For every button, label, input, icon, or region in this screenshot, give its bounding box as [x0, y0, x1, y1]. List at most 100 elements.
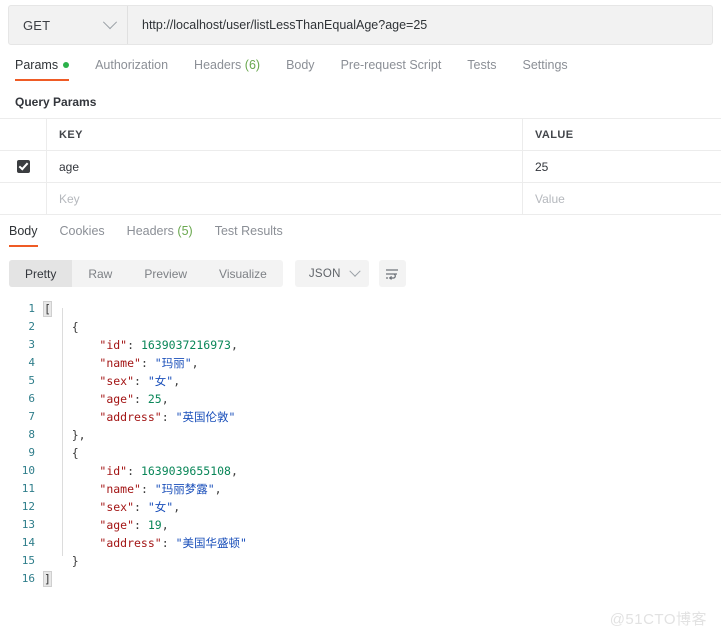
code-token: "name" — [99, 356, 141, 370]
code-token: 25 — [147, 392, 162, 406]
response-format-selector[interactable]: JSON — [294, 260, 369, 287]
view-mode-preview[interactable]: Preview — [128, 260, 203, 287]
header-value-label: VALUE — [535, 128, 574, 141]
table-header-row: KEY VALUE — [0, 119, 721, 151]
code-token: , — [230, 464, 238, 478]
line-number: 10 — [21, 464, 35, 477]
tab-body[interactable]: Body — [286, 56, 315, 81]
empty-key-placeholder: Key — [59, 191, 80, 206]
url-input[interactable]: http://localhost/user/listLessThanEqualA… — [128, 6, 712, 44]
code-line-text: "id": 1639037216973, — [44, 336, 238, 354]
header-cell-key: KEY — [47, 119, 523, 150]
code-token: : — [140, 356, 155, 370]
code-token: , — [161, 518, 169, 532]
code-token: "name" — [99, 482, 141, 496]
code-line: 10 "id": 1639039655108, — [0, 462, 721, 480]
param-enabled-checkbox[interactable] — [16, 160, 30, 173]
code-token: : — [134, 392, 148, 406]
empty-row-value-cell[interactable]: Value — [523, 183, 721, 214]
tab-tests[interactable]: Tests — [467, 56, 496, 81]
tab-params[interactable]: Params — [15, 56, 70, 81]
tab-tests-label: Tests — [467, 58, 497, 72]
line-number: 3 — [28, 338, 35, 351]
line-number: 16 — [21, 572, 35, 585]
empty-row-key-cell[interactable]: Key — [47, 183, 523, 214]
response-format-label: JSON — [308, 267, 341, 280]
tab-authorization-label: Authorization — [95, 58, 169, 72]
code-line-text: "sex": "女", — [44, 498, 180, 516]
code-line-text: [ — [43, 300, 52, 318]
tab-pre-request-script[interactable]: Pre-request Script — [341, 56, 442, 81]
code-line: 12 "sex": "女", — [0, 498, 721, 516]
view-mode-visualize[interactable]: Visualize — [203, 260, 283, 287]
row-value-cell[interactable]: 25 — [523, 151, 721, 182]
code-token: }, — [44, 428, 86, 442]
code-line-text: "name": "玛丽", — [44, 354, 199, 372]
line-number: 5 — [28, 374, 35, 387]
chevron-down-icon — [102, 15, 118, 30]
response-tab-body-label: Body — [9, 224, 38, 238]
response-body-code[interactable]: 1[2 {3 "id": 1639037216973, 4 "name": "玛丽… — [0, 300, 721, 600]
tab-headers[interactable]: Headers (6) — [194, 56, 260, 81]
code-token: "age" — [99, 518, 135, 532]
header-key-label: KEY — [59, 128, 83, 141]
code-token: , — [173, 500, 181, 514]
row-key-cell[interactable]: age — [47, 151, 523, 182]
view-mode-raw[interactable]: Raw — [72, 260, 128, 287]
response-tab-headers[interactable]: Headers (5) — [127, 222, 193, 247]
response-tab-test-results[interactable]: Test Results — [215, 222, 283, 247]
code-token: ] — [43, 571, 52, 587]
wrap-text-button[interactable] — [378, 260, 406, 287]
view-mode-pretty[interactable]: Pretty — [9, 260, 73, 287]
code-token: [ — [43, 301, 52, 317]
line-number: 14 — [21, 536, 35, 549]
code-token: : — [161, 410, 176, 424]
table-row: age 25 — [0, 151, 721, 183]
line-number: 12 — [21, 500, 35, 513]
row-checkbox-cell — [0, 151, 47, 182]
code-token: } — [44, 554, 79, 568]
watermark: @51CTO博客 — [609, 611, 707, 628]
code-token: : — [134, 500, 148, 514]
code-token: "玛丽" — [154, 356, 192, 370]
code-token: : — [140, 482, 155, 496]
view-mode-group: Pretty Raw Preview Visualize — [9, 260, 283, 287]
code-line: 3 "id": 1639037216973, — [0, 336, 721, 354]
http-method-selector[interactable]: GET — [9, 6, 128, 44]
code-line: 2 { — [0, 318, 721, 336]
code-token: "女" — [147, 500, 174, 514]
code-line: 6 "age": 25, — [0, 390, 721, 408]
code-token: 19 — [147, 518, 162, 532]
code-line-text: "sex": "女", — [44, 372, 180, 390]
code-line-text: ] — [43, 570, 52, 588]
code-token: "address" — [99, 410, 162, 424]
code-token: "id" — [99, 464, 128, 478]
line-number: 2 — [28, 320, 35, 333]
tab-authorization[interactable]: Authorization — [95, 56, 168, 81]
line-number: 13 — [21, 518, 35, 531]
response-tab-body[interactable]: Body — [9, 222, 38, 247]
params-active-dot-icon — [63, 62, 70, 68]
code-line-text: "address": "美国华盛顿" — [44, 534, 247, 552]
header-cell-checkbox — [0, 119, 47, 150]
code-line: 16] — [0, 570, 721, 588]
code-token: : — [134, 374, 148, 388]
code-token: , — [191, 356, 199, 370]
code-token: "英国伦敦" — [175, 410, 236, 424]
code-token: : — [127, 338, 141, 352]
code-line: 11 "name": "玛丽梦露", — [0, 480, 721, 498]
tab-settings[interactable]: Settings — [522, 56, 567, 81]
response-tab-cookies-label: Cookies — [59, 224, 105, 238]
response-tab-headers-label: Headers — [126, 224, 174, 238]
code-token: "美国华盛顿" — [175, 536, 247, 550]
code-token: "玛丽梦露" — [154, 482, 215, 496]
wrap-text-icon — [386, 268, 399, 280]
code-rows: 1[2 {3 "id": 1639037216973, 4 "name": "玛丽… — [0, 300, 721, 588]
code-token: "address" — [99, 536, 162, 550]
code-token: "age" — [99, 392, 135, 406]
response-tab-cookies[interactable]: Cookies — [60, 222, 105, 247]
